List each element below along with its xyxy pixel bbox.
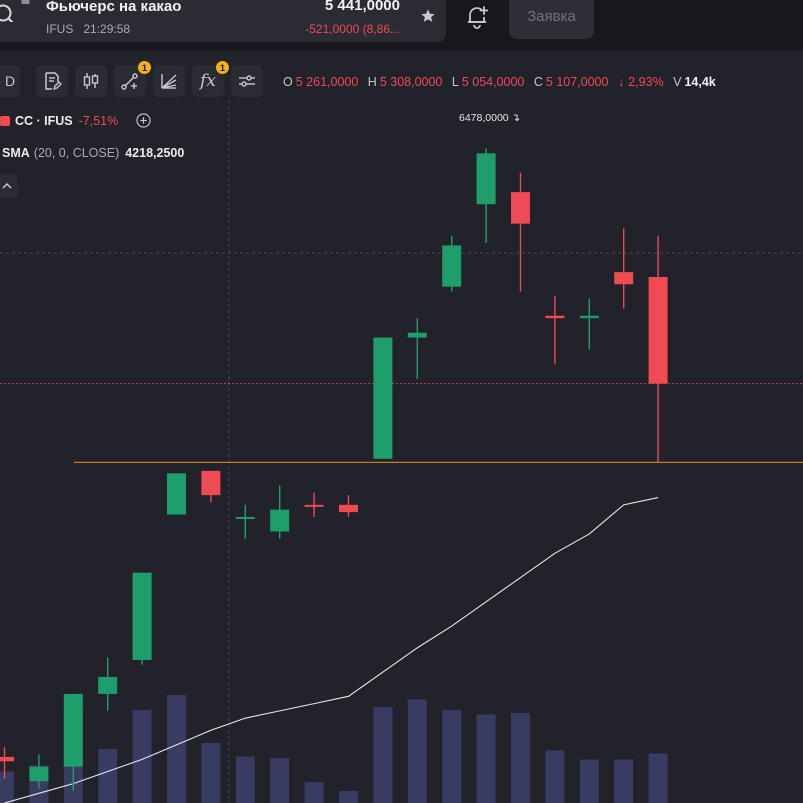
timeframe-label: D [4,73,16,89]
volume-bar [98,749,118,803]
trading-app: 6478,0000 ↴ Фьючерс на какао IFUS 21:29:5… [0,0,803,803]
chart-type-button[interactable] [75,65,107,97]
candle-body [270,509,290,532]
add-compare-plus-icon[interactable] [136,113,151,128]
price-change: -521,0000 (8,86... [305,22,400,36]
favorite-star-icon[interactable] [420,8,436,24]
symbol-legend[interactable]: CC · IFUS -7,51% [0,113,151,128]
last-price: 5 441,0000 [324,0,400,14]
chart-toolbar: D 1 fx 1 O 5 261,0000 H 5 308,0000 L 5 0… [0,61,803,102]
symbol-name: CC · IFUS [15,114,73,128]
candle-body [579,315,599,319]
sma-legend[interactable]: SMA (20, 0, CLOSE) 4218,2500 [0,146,184,160]
low-value: 5 054,0000 [461,75,525,89]
volume-bar [648,753,668,803]
candlestick-icon [83,73,99,89]
candle-body [614,272,634,285]
drawing-tools-button[interactable]: 1 [114,61,151,97]
volume-bar [167,695,186,803]
candle-body [132,572,152,660]
volume-bar [511,713,530,803]
fan-lines-icon [161,74,177,89]
symbol-change: -7,51% [78,114,119,128]
candle-body [442,245,462,287]
indicators-button[interactable]: fx 1 [192,61,229,97]
template-button[interactable] [36,65,68,97]
volume-bar [201,743,221,803]
timeframe-button[interactable]: D [0,65,20,97]
candle-body [167,473,186,515]
sma-params: (20, 0, CLOSE) [33,146,120,160]
candle-body [648,276,668,384]
volume-value: 14,4k [684,75,716,89]
close-value: 5 107,0000 [545,75,609,89]
indicators-label: fx [200,71,216,91]
candle-body [63,693,83,767]
alert-bell-icon[interactable] [466,5,488,29]
candle-body [304,504,324,507]
candle-body [98,676,118,694]
volume-bar [235,756,255,803]
candle-body [511,192,530,224]
price-block: 5 441,0000 -521,0000 (8,86... [0,0,446,50]
change-arrow: ↓ [617,75,625,89]
volume-bar [373,707,393,803]
volume-bar [270,758,290,803]
sma-value: 4218,2500 [125,146,185,160]
candle-body [339,504,358,513]
document-edit-icon [45,72,62,91]
candle-body [235,516,255,519]
candle-body [0,756,14,762]
sma-name: SMA [2,146,30,160]
chart-settings-button[interactable] [231,65,263,97]
top-bar: Фьючерс на какао IFUS 21:29:58 5 441,0000… [0,0,803,50]
candle-body [29,766,49,782]
candle-body [545,315,565,319]
indicators-count-badge: 1 [216,61,229,74]
sliders-icon [239,75,255,87]
volume-bar [339,791,358,803]
candle-body [407,332,427,338]
volume-bar [407,699,427,803]
trend-line-icon [121,73,138,90]
drawing-count-badge: 1 [138,61,151,74]
volume-bar [545,750,565,803]
high-value: 5 308,0000 [379,75,443,89]
candle-body [201,470,221,496]
volume-bar [579,759,599,803]
volume-bar [0,771,14,803]
volume-bar [304,782,324,803]
volume-bar [442,710,462,803]
candle-body [373,337,393,459]
volume-bar [476,714,496,803]
series-color-swatch [0,116,10,126]
collapse-legend-button[interactable] [0,174,18,198]
change-percent: 2,93% [628,75,664,89]
ohlc-readout: O5 261,0000 H5 308,0000 L5 054,0000 C5 1… [283,75,716,89]
chevron-up-icon [2,182,12,189]
order-button[interactable]: Заявка [509,0,594,39]
open-value: 5 261,0000 [295,75,359,89]
volume-bar [614,759,634,803]
candle-body [476,153,496,205]
fibonacci-button[interactable] [153,65,185,97]
peak-price-label: 6478,0000 ↴ [459,112,521,124]
